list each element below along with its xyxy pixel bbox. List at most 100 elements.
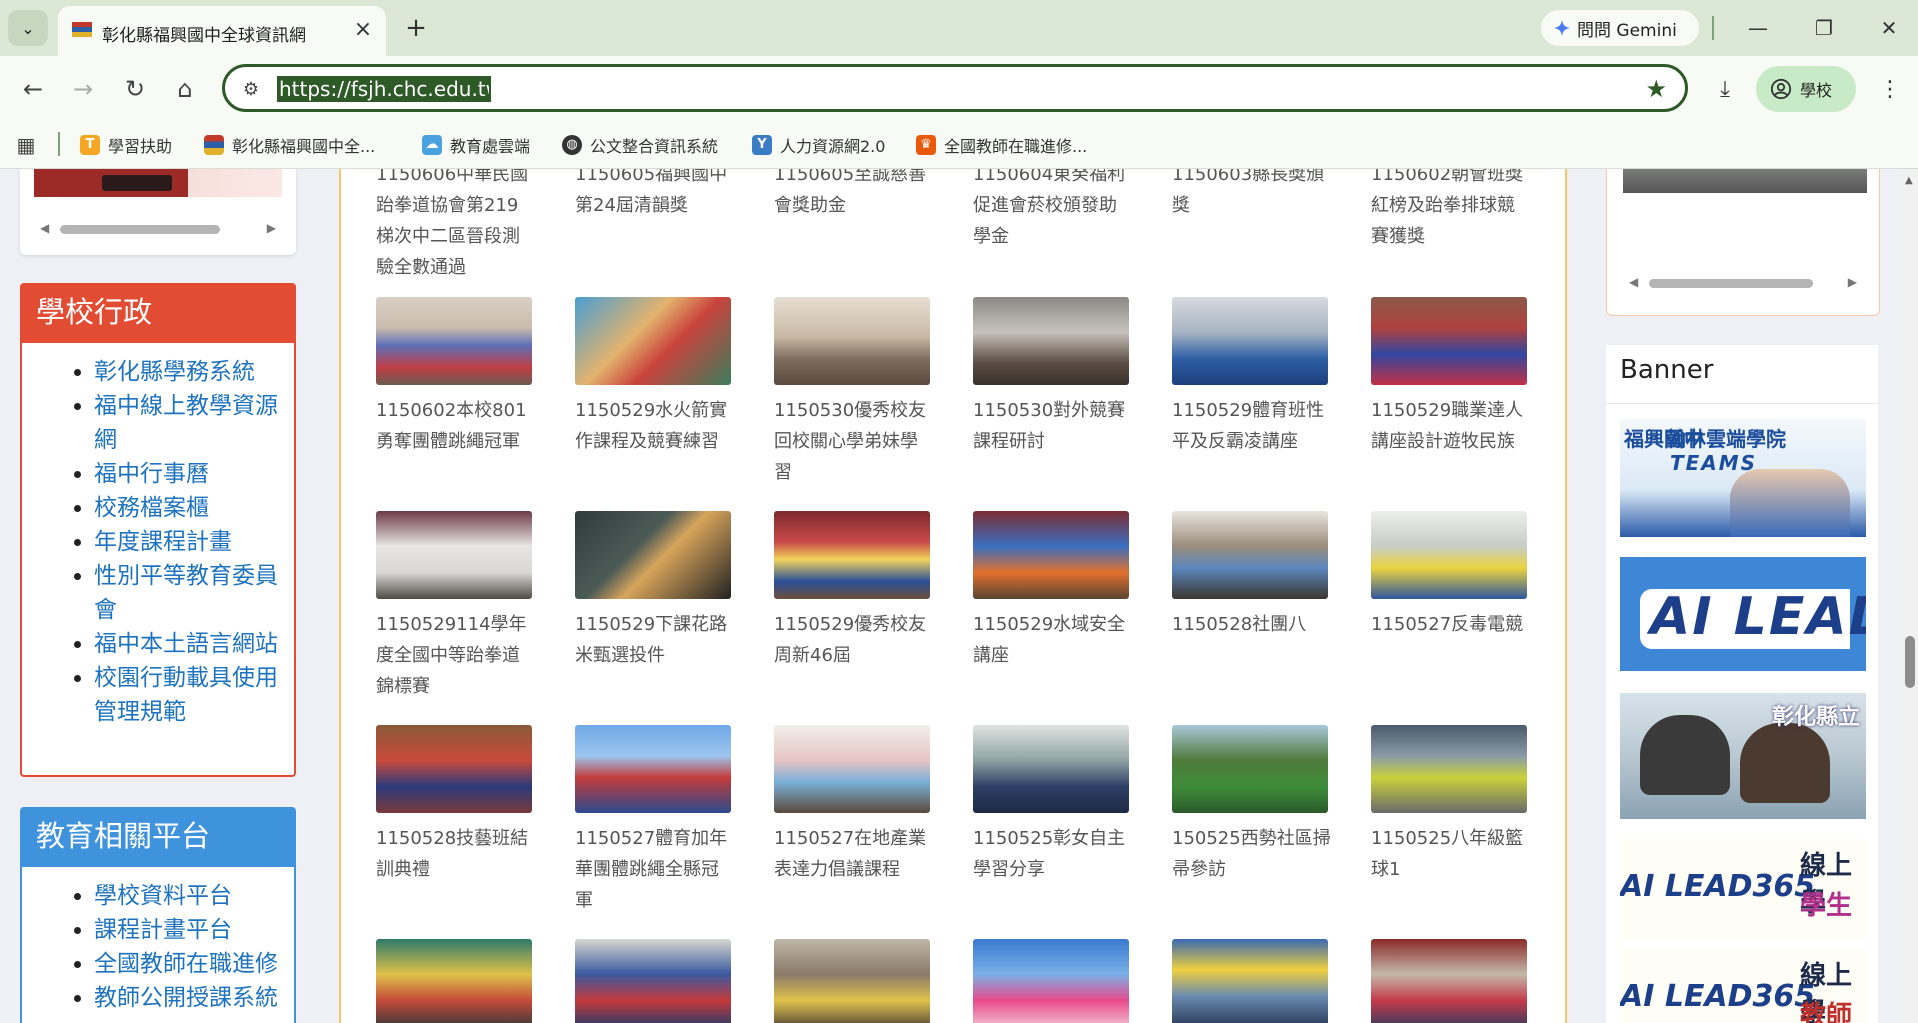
profile-button[interactable]: 學校 <box>1756 66 1856 112</box>
active-tab[interactable]: 彰化縣福興國中全球資訊網 × <box>58 6 386 56</box>
link[interactable]: 福中行事曆 <box>94 461 209 487</box>
gallery-photo[interactable] <box>376 511 532 599</box>
link[interactable]: 校園行動載具使用管理規範 <box>94 665 278 725</box>
gallery-photo[interactable] <box>1172 939 1328 1023</box>
list-item[interactable]: 課程計畫平台 <box>94 913 280 947</box>
gallery-caption[interactable]: 1150528社團八 <box>1172 609 1332 640</box>
gallery-caption[interactable]: 1150529下課花路米甄選投件 <box>575 609 735 671</box>
tab-search-button[interactable]: ⌄ <box>8 10 48 46</box>
gallery-caption[interactable]: 1150525八年級籃球1 <box>1371 823 1531 885</box>
horizontal-scrollbar[interactable]: ◀ ▶ <box>1629 273 1857 293</box>
gallery-item[interactable]: 1150527反毒電競 <box>1371 511 1527 640</box>
bookmark-item[interactable]: T 學習扶助 <box>80 132 172 158</box>
bookmark-item[interactable]: Y 人力資源網2.0 <box>752 132 885 158</box>
apps-grid-icon[interactable]: ▦ <box>14 133 38 157</box>
gallery-item[interactable]: 1150530對外競賽課程研討 <box>973 297 1129 457</box>
new-tab-button[interactable]: + <box>400 12 432 44</box>
gallery-photo[interactable] <box>774 725 930 813</box>
banner-ai-lead[interactable]: AI LEAD <box>1620 557 1866 671</box>
gallery-photo[interactable] <box>1172 297 1328 385</box>
gallery-item[interactable]: 1150602朝會班獎紅榜及跆拳排球競賽獲獎 <box>1371 169 1527 252</box>
gallery-photo[interactable] <box>575 511 731 599</box>
gallery-photo[interactable] <box>1172 511 1328 599</box>
banner-changhua[interactable]: 彰化縣立 <box>1620 693 1866 819</box>
gallery-photo[interactable] <box>376 725 532 813</box>
list-item[interactable]: 校園行動載具使用管理規範 <box>94 661 280 729</box>
gallery-item[interactable]: 1150529水火箭實作課程及競賽練習 <box>575 297 731 457</box>
gallery-caption[interactable]: 1150602朝會班獎紅榜及跆拳排球競賽獲獎 <box>1371 169 1531 252</box>
scroll-thumb[interactable] <box>60 225 220 234</box>
gallery-photo[interactable] <box>973 939 1129 1023</box>
bookmark-item[interactable]: ◍ 公文整合資訊系統 <box>562 132 718 158</box>
gallery-photo[interactable] <box>973 297 1129 385</box>
gallery-item[interactable]: 1150527在地產業表達力倡議課程 <box>774 725 930 885</box>
gallery-item[interactable] <box>774 939 930 1023</box>
gallery-photo[interactable] <box>774 939 930 1023</box>
gallery-photo[interactable] <box>1172 725 1328 813</box>
gallery-caption[interactable]: 150525西勢社區掃帚參訪 <box>1172 823 1332 885</box>
list-item[interactable]: 福中本土語言網站 <box>94 627 280 661</box>
gallery-item[interactable]: 1150605福興國中第24屆清韻獎 <box>575 169 731 221</box>
gallery-item[interactable] <box>376 939 532 1023</box>
gallery-item[interactable]: 150525西勢社區掃帚參訪 <box>1172 725 1331 885</box>
list-item[interactable]: 學校資料平台 <box>94 879 280 913</box>
bookmark-star-icon[interactable]: ★ <box>1645 75 1667 103</box>
gallery-photo[interactable] <box>774 511 930 599</box>
url-input[interactable] <box>277 76 491 102</box>
gallery-item[interactable]: 1150604東癸福利促進會菸校頒發助學金 <box>973 169 1129 252</box>
gallery-photo[interactable] <box>575 939 731 1023</box>
gallery-photo[interactable] <box>1371 511 1527 599</box>
scroll-left-arrow-icon[interactable]: ◀ <box>1629 275 1638 289</box>
gallery-caption[interactable]: 1150527體育加年華團體跳繩全縣冠軍 <box>575 823 735 916</box>
banner-teams[interactable]: 福興國中 翰林雲端學院 TEAMS <box>1620 419 1866 537</box>
bookmark-item[interactable]: ♛ 全國教師在職進修... <box>916 132 1087 158</box>
gallery-photo[interactable] <box>1371 939 1527 1023</box>
link[interactable]: 福中本土語言網站 <box>94 631 278 657</box>
gallery-item[interactable]: 1150525彰女自主學習分享 <box>973 725 1129 885</box>
gallery-photo[interactable] <box>376 297 532 385</box>
link[interactable]: 福中線上教學資源網 <box>94 393 278 453</box>
gallery-caption[interactable]: 1150527反毒電競 <box>1371 609 1531 640</box>
gallery-caption[interactable]: 1150604東癸福利促進會菸校頒發助學金 <box>973 169 1133 252</box>
minimize-icon[interactable]: — <box>1740 12 1776 44</box>
scroll-thumb[interactable] <box>1905 636 1915 688</box>
gallery-item[interactable]: 1150529下課花路米甄選投件 <box>575 511 731 671</box>
gallery-item[interactable]: 1150605至誠慈善會獎助金 <box>774 169 930 221</box>
list-item[interactable]: 校務檔案櫃 <box>94 491 280 525</box>
close-tab-icon[interactable]: × <box>350 16 376 42</box>
reload-icon[interactable]: ↻ <box>118 72 152 106</box>
list-item[interactable]: 全國教師在職進修 <box>94 947 280 981</box>
gallery-photo[interactable] <box>376 939 532 1023</box>
gallery-caption[interactable]: 1150606中華民國跆拳道協會第219梯次中二區晉段測驗全數通過 <box>376 169 536 283</box>
scroll-up-arrow-icon[interactable]: ▲ <box>1905 175 1913 186</box>
ask-gemini-button[interactable]: 問問 Gemini <box>1541 10 1699 46</box>
bookmark-item[interactable]: 彰化縣福興國中全... <box>204 132 375 158</box>
gallery-photo[interactable] <box>575 725 731 813</box>
banner-ai-lead365-student[interactable]: AI LEAD365 線上學 學生 <box>1620 839 1866 939</box>
download-icon[interactable]: ⤓ <box>1708 72 1742 106</box>
link[interactable]: 彰化縣學務系統 <box>94 359 255 385</box>
gallery-item[interactable] <box>1371 939 1527 1023</box>
link[interactable]: 全國教師在職進修 <box>94 951 278 977</box>
gallery-item[interactable]: 1150530優秀校友回校關心學弟妹學習 <box>774 297 930 488</box>
list-item[interactable]: 年度課程計畫 <box>94 525 280 559</box>
page-vertical-scrollbar[interactable]: ▲ <box>1902 169 1918 1023</box>
link[interactable]: 課程計畫平台 <box>94 917 232 943</box>
gallery-photo[interactable] <box>1371 725 1527 813</box>
list-item[interactable]: 性別平等教育委員會 <box>94 559 280 627</box>
gallery-caption[interactable]: 1150525彰女自主學習分享 <box>973 823 1133 885</box>
gallery-item[interactable]: 1150602本校801勇奪團體跳繩冠軍 <box>376 297 532 457</box>
list-item[interactable]: 福中線上教學資源網 <box>94 389 280 457</box>
gallery-photo[interactable] <box>575 297 731 385</box>
scroll-right-arrow-icon[interactable]: ▶ <box>1848 275 1857 289</box>
list-item[interactable]: 教師公開授課系統 <box>94 981 280 1015</box>
list-item[interactable]: 福中行事曆 <box>94 457 280 491</box>
link[interactable]: 教師公開授課系統 <box>94 985 278 1011</box>
gallery-item[interactable]: 1150528技藝班結訓典禮 <box>376 725 532 885</box>
gallery-item[interactable]: 1150529職業達人講座設計遊牧民族 <box>1371 297 1527 457</box>
gallery-caption[interactable]: 1150529水火箭實作課程及競賽練習 <box>575 395 735 457</box>
gallery-caption[interactable]: 1150528技藝班結訓典禮 <box>376 823 536 885</box>
gallery-item[interactable] <box>1172 939 1328 1023</box>
gallery-item[interactable]: 1150529體育班性平及反霸凌講座 <box>1172 297 1328 457</box>
gallery-caption[interactable]: 1150530優秀校友回校關心學弟妹學習 <box>774 395 934 488</box>
